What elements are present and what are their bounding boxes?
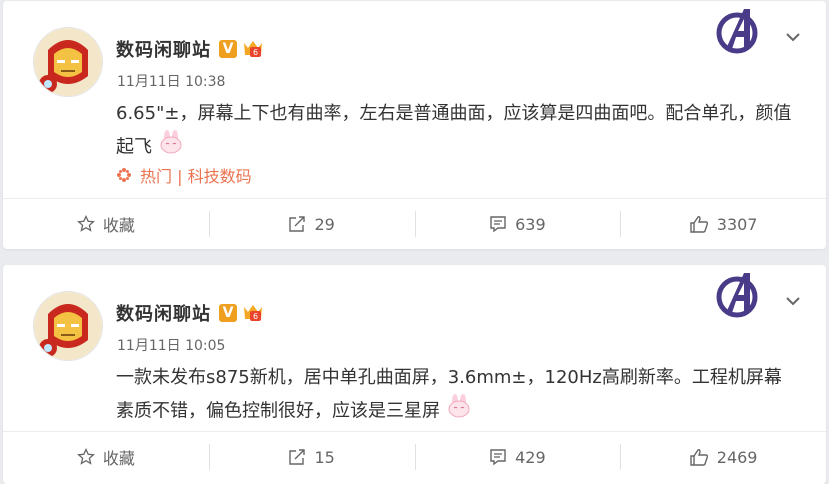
post-text: 6.65"±，屏幕上下也有曲率，左右是普通曲面，应该算是四曲面吧。配合单孔，颜值… bbox=[116, 103, 792, 158]
chevron-down-icon[interactable] bbox=[783, 27, 803, 47]
post-time[interactable]: 11月11日 10:05 bbox=[117, 335, 225, 355]
like-count: 2469 bbox=[716, 447, 758, 467]
favorite-button[interactable]: 收藏 bbox=[3, 432, 209, 482]
verified-badge: V bbox=[219, 40, 237, 58]
bunny-emoji-icon bbox=[446, 394, 472, 429]
author-name[interactable]: 数码闲聊站 bbox=[116, 36, 211, 62]
share-icon bbox=[289, 216, 306, 232]
action-bar: 收藏 29 639 3307 bbox=[3, 198, 826, 249]
thumbs-up-icon bbox=[690, 449, 708, 466]
avatar[interactable] bbox=[33, 291, 103, 361]
thumbs-up-icon bbox=[690, 216, 708, 233]
comment-count: 639 bbox=[515, 214, 546, 234]
ironman-avatar-icon bbox=[34, 28, 102, 96]
hot-topic-icon bbox=[117, 168, 131, 182]
comment-count: 429 bbox=[515, 447, 546, 467]
post-time[interactable]: 11月11日 10:38 bbox=[117, 71, 225, 91]
member-level-icon: 6 bbox=[244, 305, 262, 321]
star-icon bbox=[76, 215, 95, 232]
star-icon bbox=[76, 448, 95, 465]
avengers-logo-icon bbox=[716, 9, 758, 54]
repost-count: 15 bbox=[314, 447, 335, 467]
comment-button[interactable]: 429 bbox=[414, 432, 621, 482]
bunny-emoji-icon bbox=[158, 130, 184, 165]
repost-count: 29 bbox=[314, 214, 335, 234]
chevron-down-icon[interactable] bbox=[783, 291, 803, 311]
favorite-button[interactable]: 收藏 bbox=[3, 199, 209, 249]
like-button[interactable]: 3307 bbox=[620, 199, 826, 249]
topic-tags[interactable]: 热门 | 科技数码 bbox=[116, 163, 252, 187]
share-icon bbox=[289, 449, 306, 465]
favorite-label: 收藏 bbox=[102, 449, 135, 468]
post-content: 6.65"±，屏幕上下也有曲率，左右是普通曲面，应该算是四曲面吧。配合单孔，颜值… bbox=[116, 98, 796, 165]
verified-badge: V bbox=[219, 304, 237, 322]
author-name[interactable]: 数码闲聊站 bbox=[116, 300, 211, 326]
post-content: 一款未发布s875新机，居中单孔曲面屏，3.6mm±，120Hz高刷新率。工程机… bbox=[116, 362, 796, 429]
svg-text:6: 6 bbox=[253, 312, 258, 321]
avatar[interactable] bbox=[33, 27, 103, 97]
like-count: 3307 bbox=[716, 214, 758, 234]
svg-text:6: 6 bbox=[253, 48, 258, 57]
repost-button[interactable]: 15 bbox=[208, 432, 415, 482]
comment-button[interactable]: 639 bbox=[414, 199, 621, 249]
weibo-post-card: 数码闲聊站 V 6 11月11日 10:38 6.65"±，屏幕上下也有曲率，左… bbox=[3, 1, 826, 249]
member-level-icon: 6 bbox=[244, 41, 262, 57]
comment-icon bbox=[490, 449, 506, 466]
avengers-logo-icon bbox=[716, 273, 758, 318]
like-button[interactable]: 2469 bbox=[620, 432, 826, 482]
repost-button[interactable]: 29 bbox=[208, 199, 415, 249]
ironman-avatar-icon bbox=[34, 292, 102, 360]
comment-icon bbox=[490, 216, 506, 233]
topic-label[interactable]: 热门 | 科技数码 bbox=[140, 163, 252, 187]
weibo-post-card: 数码闲聊站 V 6 11月11日 10:05 一款未发布s875新机，居中单孔曲… bbox=[3, 265, 826, 484]
action-bar: 收藏 15 429 2469 bbox=[3, 431, 826, 482]
favorite-label: 收藏 bbox=[102, 216, 135, 235]
